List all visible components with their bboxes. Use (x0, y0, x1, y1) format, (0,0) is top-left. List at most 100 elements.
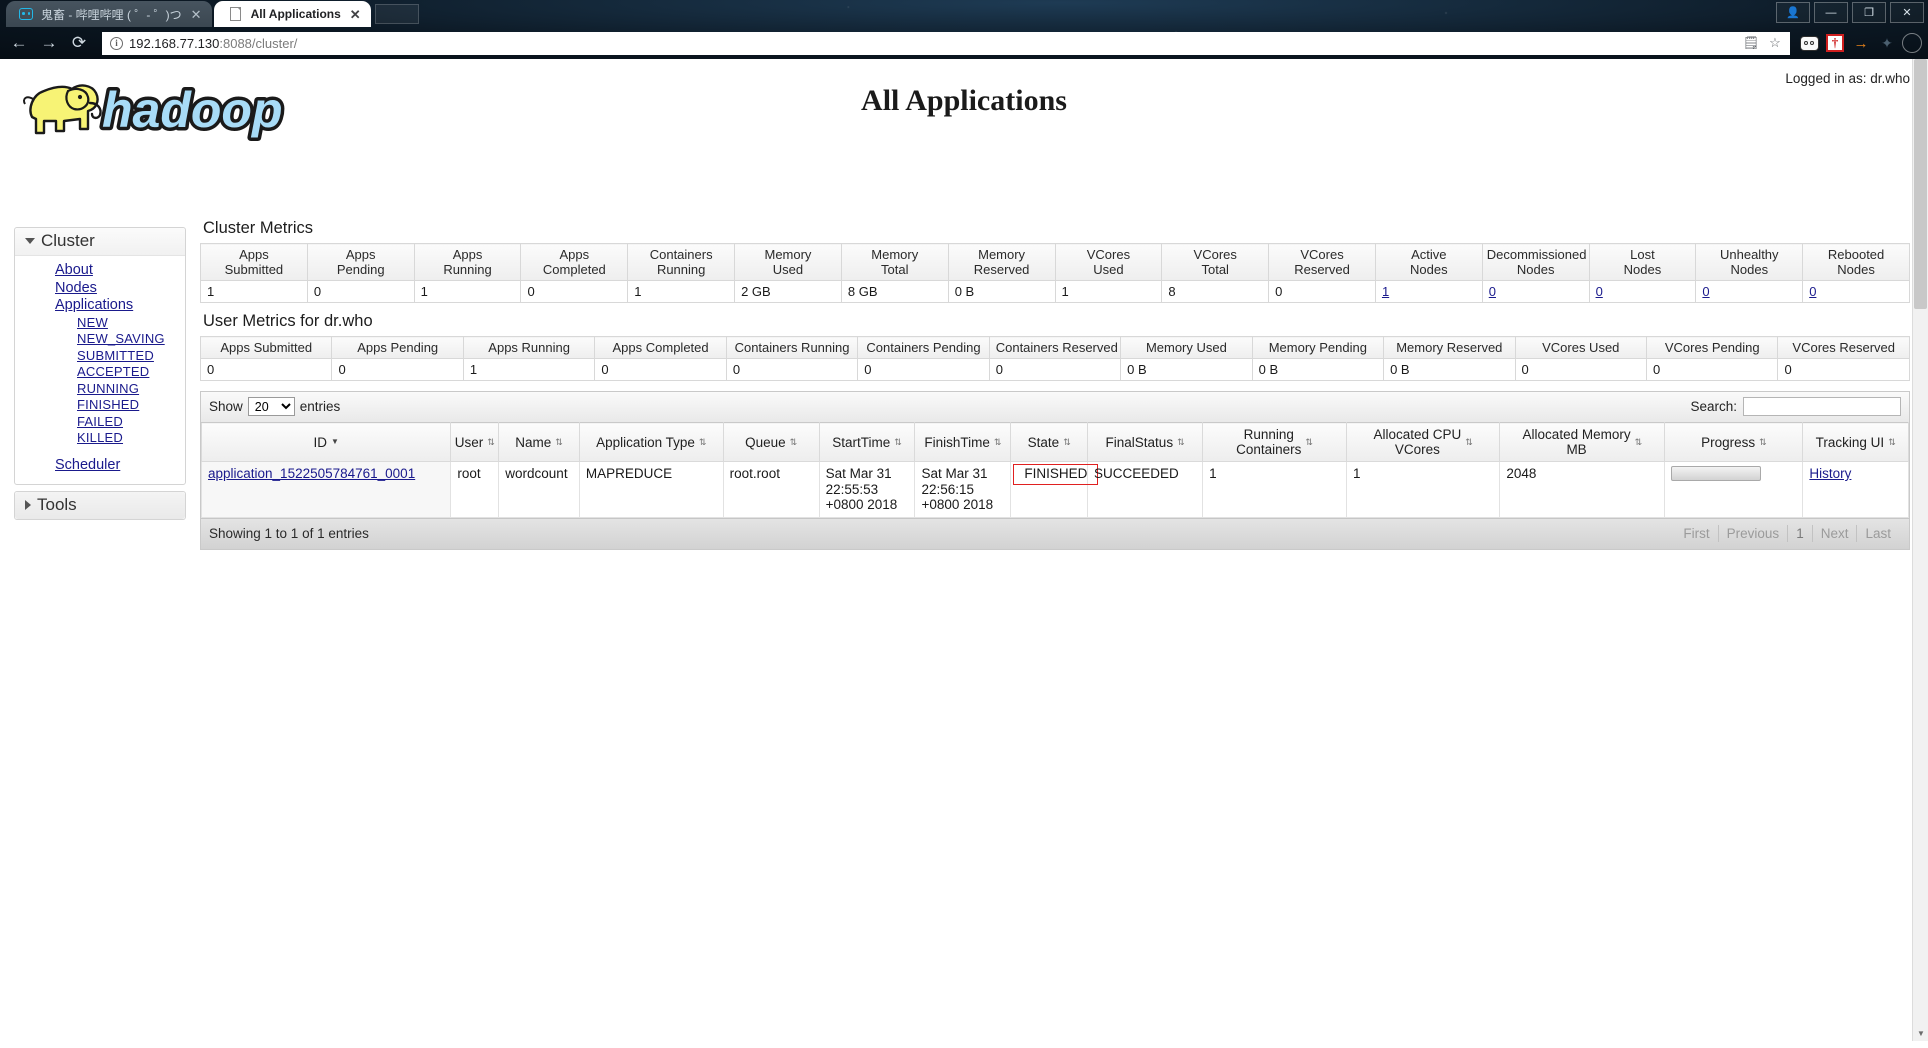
cluster-metric-link[interactable]: 0 (1702, 284, 1709, 299)
cell-tracking-ui[interactable]: History (1802, 461, 1909, 518)
application-id-link[interactable]: application_1522505784761_0001 (208, 466, 415, 481)
applications-column-header[interactable]: User ⇅ (450, 422, 500, 462)
applications-column-header[interactable]: ID ▼ (200, 422, 452, 462)
account-icon[interactable]: 👤 (1776, 2, 1810, 23)
sort-both-icon[interactable]: ⇅ (487, 438, 495, 447)
sort-both-icon[interactable]: ⇅ (894, 438, 902, 447)
cell-application-id[interactable]: application_1522505784761_0001 (200, 461, 452, 518)
sidebar-item-nodes[interactable]: Nodes (15, 280, 185, 298)
applications-column-header[interactable]: Allocated Memory MB ⇅ (1499, 422, 1666, 462)
cluster-metric-link[interactable]: 0 (1489, 284, 1496, 299)
sidebar-item-new-saving[interactable]: NEW_SAVING (15, 331, 185, 348)
sidebar-item-scheduler[interactable]: Scheduler (15, 457, 185, 475)
sort-both-icon[interactable]: ⇅ (1635, 438, 1643, 447)
sort-both-icon[interactable]: ⇅ (1305, 438, 1313, 447)
sidebar-tools-header[interactable]: Tools (15, 492, 185, 519)
sidebar-item-failed[interactable]: FAILED (15, 414, 185, 431)
cluster-metric-link[interactable]: 0 (1809, 284, 1816, 299)
translate-icon[interactable]: 🗒 (1742, 35, 1760, 51)
applications-column-header[interactable]: StartTime ⇅ (818, 422, 916, 462)
tab-close-icon[interactable]: ✕ (348, 8, 363, 21)
ext-pdf-icon[interactable]: † (1824, 32, 1846, 54)
sort-both-icon[interactable]: ⇅ (1888, 438, 1896, 447)
sidebar-item-running[interactable]: RUNNING (15, 381, 185, 398)
applications-column-header[interactable]: Name ⇅ (498, 422, 580, 462)
applications-column-header[interactable]: Running Containers ⇅ (1202, 422, 1347, 462)
minimize-button[interactable]: — (1814, 2, 1848, 23)
sidebar-cluster-header[interactable]: Cluster (15, 228, 185, 256)
tab-close-icon[interactable]: ✕ (189, 8, 204, 21)
back-icon[interactable]: ← (6, 30, 32, 56)
sort-both-icon[interactable]: ⇅ (555, 438, 563, 447)
sort-both-icon[interactable]: ⇅ (790, 438, 798, 447)
cluster-metric-value[interactable]: 1 (1374, 280, 1483, 303)
cluster-metric-value[interactable]: 0 (1695, 280, 1804, 303)
user-metric-header: VCores Used (1514, 336, 1647, 359)
applications-column-header[interactable]: Allocated CPU VCores ⇅ (1345, 422, 1501, 462)
applications-column-header[interactable]: State ⇅ (1010, 422, 1089, 462)
sort-both-icon[interactable]: ⇅ (1177, 438, 1185, 447)
tab-title: All Applications (250, 7, 341, 21)
applications-column-header[interactable]: Progress ⇅ (1664, 422, 1804, 462)
sort-both-icon[interactable]: ⇅ (1063, 438, 1071, 447)
sort-both-icon[interactable]: ⇅ (699, 438, 707, 447)
new-tab-button[interactable] (374, 4, 419, 24)
sort-both-icon[interactable]: ⇅ (1759, 438, 1767, 447)
search-input[interactable] (1743, 397, 1901, 416)
table-row[interactable]: application_1522505784761_0001 root wordco… (200, 461, 1909, 518)
pagination-1[interactable]: 1 (1788, 524, 1813, 542)
sidebar-item-applications[interactable]: Applications (15, 297, 185, 315)
pagination-next[interactable]: Next (1813, 524, 1858, 542)
applications-column-header[interactable]: Tracking UI ⇅ (1802, 422, 1909, 462)
cluster-metrics-title: Cluster Metrics (203, 219, 314, 237)
maximize-button[interactable]: ❐ (1852, 2, 1886, 23)
site-info-icon[interactable]: i (110, 36, 123, 50)
cluster-metric-value[interactable]: 0 (1481, 280, 1590, 303)
sort-both-icon[interactable]: ⇅ (1465, 438, 1473, 447)
sidebar-item-accepted[interactable]: ACCEPTED (15, 364, 185, 381)
applications-column-header[interactable]: Application Type ⇅ (578, 422, 724, 462)
pagination-previous[interactable]: Previous (1719, 524, 1789, 542)
tracking-ui-link[interactable]: History (1809, 466, 1851, 481)
address-bar[interactable]: i 192.168.77.130:8088/cluster/ 🗒 ☆ (102, 31, 1790, 55)
applications-column-header[interactable]: FinalStatus ⇅ (1087, 422, 1204, 462)
user-metric-value: 0 (331, 358, 464, 381)
applications-column-header[interactable]: Queue ⇅ (722, 422, 820, 462)
cluster-metric-link[interactable]: 1 (1382, 284, 1389, 299)
avatar[interactable] (1902, 33, 1922, 53)
page-length-select[interactable]: 20406080100 (247, 397, 295, 416)
ext-recorder-icon[interactable] (1798, 32, 1820, 54)
vertical-scrollbar[interactable]: ▲ ▼ (1912, 59, 1928, 1041)
cluster-metric-value[interactable]: 0 (1802, 280, 1910, 303)
sidebar-item-killed[interactable]: KILLED (15, 430, 185, 447)
cluster-metric-value[interactable]: 0 (1588, 280, 1697, 303)
scrollbar-thumb[interactable] (1914, 59, 1927, 309)
ext-misc-icon[interactable]: ✦ (1876, 32, 1898, 54)
user-metric-header: Apps Submitted (199, 336, 333, 359)
user-metrics-header-row: Apps Submitted Apps Pending Apps Running Ap… (199, 336, 1910, 359)
sort-desc-icon[interactable]: ▼ (331, 438, 339, 446)
cluster-metric-link[interactable]: 0 (1596, 284, 1603, 299)
star-icon[interactable]: ☆ (1766, 35, 1784, 51)
close-window-button[interactable]: ✕ (1890, 2, 1924, 23)
browser-tab-bilibili[interactable]: 鬼畜 - 哔哩哔哩 ( ゜- ゜)つ ✕ (6, 1, 212, 27)
browser-tab-all-applications[interactable]: All Applications ✕ (213, 1, 371, 27)
page-title: All Applications (861, 84, 1067, 117)
sort-both-icon[interactable]: ⇅ (994, 438, 1002, 447)
ext-download-arrow-icon[interactable]: → (1850, 32, 1872, 54)
pagination-first[interactable]: First (1675, 524, 1719, 542)
sidebar-item-finished[interactable]: FINISHED (15, 397, 185, 414)
cluster-metric-header: VCores Reserved (1268, 243, 1376, 281)
scroll-down-icon[interactable]: ▼ (1913, 1025, 1928, 1041)
reload-icon[interactable]: ⟳ (66, 30, 92, 56)
pagination-last[interactable]: Last (1857, 525, 1899, 542)
applications-column-header[interactable]: FinishTime ⇅ (914, 422, 1012, 462)
column-label: Queue (745, 434, 786, 450)
forward-icon[interactable]: → (36, 30, 62, 56)
cell-queue: root.root (722, 461, 820, 518)
chevron-right-icon (25, 500, 31, 510)
sidebar-item-about[interactable]: About (15, 262, 185, 280)
sidebar-item-new[interactable]: NEW (15, 315, 185, 332)
page-body: hadoop hadoop Logged in as: dr.who All A… (0, 59, 1928, 1041)
sidebar-item-submitted[interactable]: SUBMITTED (15, 348, 185, 365)
